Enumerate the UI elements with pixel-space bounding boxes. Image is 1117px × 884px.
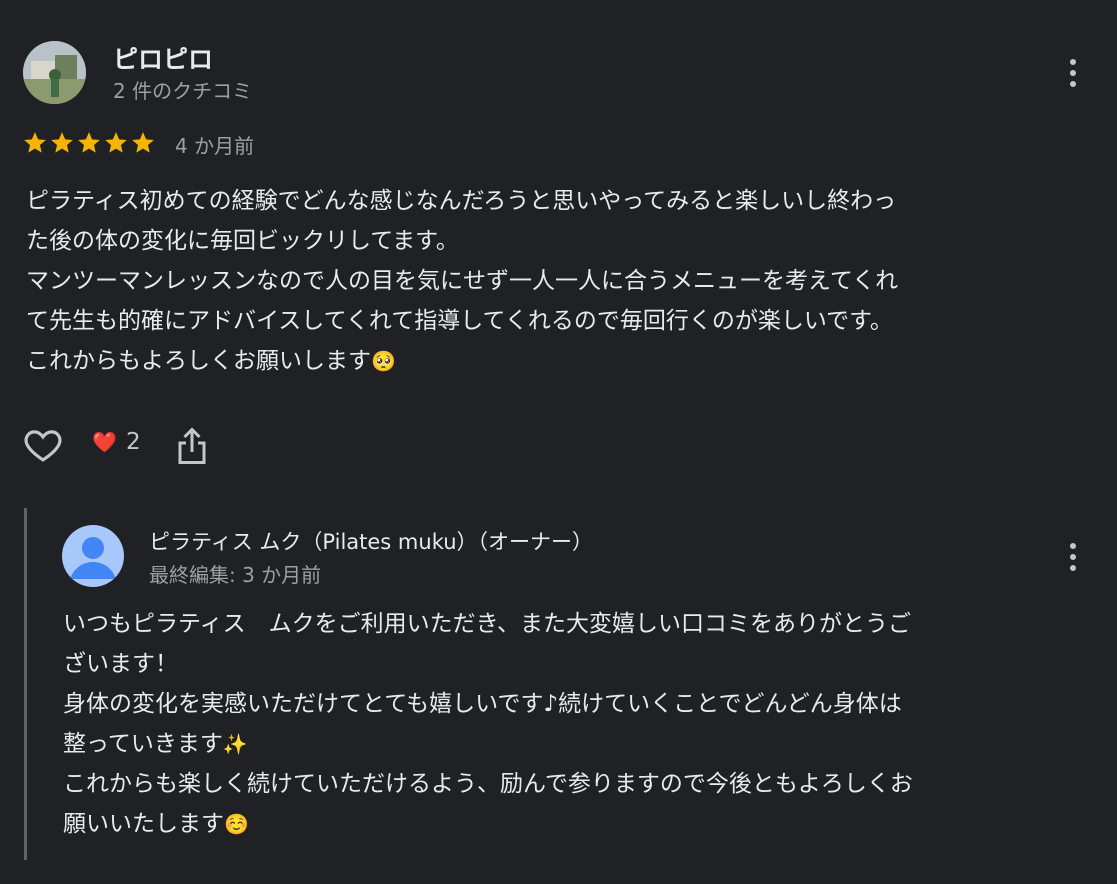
star-icon bbox=[51, 132, 73, 153]
reviewer-review-count: 2 件のクチコミ bbox=[113, 79, 253, 103]
review-card: ピロピロ 2 件のクチコミ 4 か月前 ピラティス初めての経験でどんな感じなんだ… bbox=[0, 0, 1117, 884]
review-text-line: て先生も的確にアドバイスしてくれて指導してくれるので毎回行くのが楽しいです。 bbox=[26, 308, 893, 334]
reply-text-line: ざいます！ bbox=[63, 651, 178, 677]
smiling-face-emoji: ☺️ bbox=[224, 812, 249, 836]
reply-text-line-text: 整っていきます bbox=[63, 731, 223, 757]
review-text: ピラティス初めての経験でどんな感じなんだろうと思いやってみると楽しいし終わっ た… bbox=[26, 181, 1096, 381]
star-icon bbox=[78, 132, 100, 153]
reply-date: 最終編集: 3 か月前 bbox=[149, 563, 322, 587]
reaction-count[interactable]: 2 bbox=[126, 429, 141, 455]
reply-text-line-text: 願いいたします bbox=[63, 811, 224, 837]
review-text-line: た後の体の変化に毎回ビックリしてます。 bbox=[26, 228, 459, 254]
reply-more-options-icon[interactable] bbox=[1061, 537, 1085, 577]
review-date: 4 か月前 bbox=[175, 134, 255, 158]
sparkles-emoji: ✨ bbox=[222, 732, 248, 756]
star-icon bbox=[24, 132, 46, 153]
reply-text-line: 願いいたします☺️ bbox=[63, 804, 1103, 844]
review-text-line: ピラティス初めての経験でどんな感じなんだろうと思いやってみると楽しいし終わっ bbox=[26, 188, 897, 214]
review-text-line: これからもよろしくお願いします🥺 bbox=[26, 341, 1096, 381]
reaction-heart-emoji[interactable]: ❤️ bbox=[92, 430, 117, 454]
owner-name[interactable]: ピラティス ムク（Pilates muku）（オーナー） bbox=[149, 526, 593, 556]
reply-text-line: 整っていきます✨ bbox=[63, 724, 1103, 764]
heart-outline-icon[interactable] bbox=[22, 424, 64, 466]
reviewer-avatar[interactable] bbox=[23, 41, 86, 104]
owner-reply: ピラティス ムク（Pilates muku）（オーナー） 最終編集: 3 か月前… bbox=[24, 508, 1107, 860]
reply-text-line: 身体の変化を実感いただけてとても嬉しいです♪続けていくことでどんどん身体は bbox=[63, 691, 902, 717]
review-text-line: マンツーマンレッスンなので人の目を気にせず一人一人に合うメニューを考えてくれ bbox=[26, 268, 899, 294]
reply-text-line: これからも楽しく続けていただけるよう、励んで参りますので今後ともよろしくお bbox=[63, 771, 913, 797]
star-rating bbox=[22, 130, 156, 156]
share-icon[interactable] bbox=[174, 425, 210, 467]
reply-text: いつもピラティス ムクをご利用いただき、また大変嬉しい口コミをありがとうご ざい… bbox=[63, 604, 1103, 844]
reviewer-name[interactable]: ピロピロ bbox=[113, 40, 213, 76]
person-icon[interactable] bbox=[62, 525, 124, 587]
reply-text-line: いつもピラティス ムクをご利用いただき、また大変嬉しい口コミをありがとうご bbox=[63, 611, 912, 637]
star-icon bbox=[105, 132, 127, 153]
review-more-options-icon[interactable] bbox=[1061, 53, 1085, 93]
star-icon bbox=[132, 132, 154, 153]
review-text-line-text: これからもよろしくお願いします bbox=[26, 348, 371, 374]
pleading-face-emoji: 🥺 bbox=[371, 349, 396, 373]
